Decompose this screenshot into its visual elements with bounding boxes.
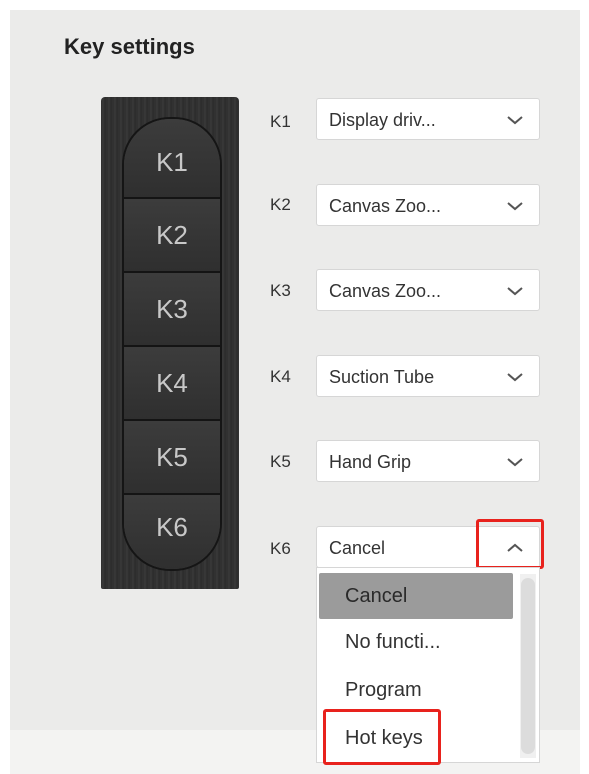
k2-function-select[interactable]: Canvas Zoo... xyxy=(316,184,540,226)
section-title: Key settings xyxy=(64,34,195,59)
chevron-down-icon xyxy=(507,116,523,125)
chevron-down-icon xyxy=(507,458,523,467)
highlight-box-hot-keys xyxy=(323,709,441,765)
device-key-k5: K5 xyxy=(124,421,220,495)
select-value: Hand Grip xyxy=(329,452,412,472)
device-key-k6: K6 xyxy=(124,495,220,569)
key-label-k1: K1 xyxy=(270,112,291,131)
key-label-k2: K2 xyxy=(270,195,291,214)
chevron-down-icon xyxy=(507,202,523,211)
device-key-k3: K3 xyxy=(124,273,220,347)
key-label-k3: K3 xyxy=(270,281,291,300)
option-program[interactable]: Program xyxy=(319,667,513,713)
key-label-k6: K6 xyxy=(270,539,291,558)
chevron-down-icon xyxy=(507,287,523,296)
k3-function-select[interactable]: Canvas Zoo... xyxy=(316,269,540,311)
k4-function-select[interactable]: Suction Tube xyxy=(316,355,540,397)
scrollbar-thumb[interactable] xyxy=(521,578,535,754)
select-value: Cancel xyxy=(329,538,386,558)
dropdown-scrollbar[interactable] xyxy=(520,574,536,758)
device-illustration: K1 K2 K3 K4 K5 K6 xyxy=(101,97,239,589)
chevron-down-icon xyxy=(507,373,523,382)
device-key-k2: K2 xyxy=(124,199,220,273)
key-strip: K1 K2 K3 K4 K5 K6 xyxy=(122,117,222,571)
option-no-function[interactable]: No functi... xyxy=(319,619,513,665)
select-value: Canvas Zoo... xyxy=(329,196,442,216)
k1-function-select[interactable]: Display driv... xyxy=(316,98,540,140)
option-cancel[interactable]: Cancel xyxy=(319,573,513,619)
device-key-k1: K1 xyxy=(124,119,220,199)
select-value: Suction Tube xyxy=(329,367,435,387)
select-value: Display driv... xyxy=(329,110,436,130)
highlight-box-chevron xyxy=(476,519,544,569)
select-value: Canvas Zoo... xyxy=(329,281,442,301)
k5-function-select[interactable]: Hand Grip xyxy=(316,440,540,482)
key-label-k4: K4 xyxy=(270,367,291,386)
device-key-k4: K4 xyxy=(124,347,220,421)
key-label-k5: K5 xyxy=(270,452,291,471)
